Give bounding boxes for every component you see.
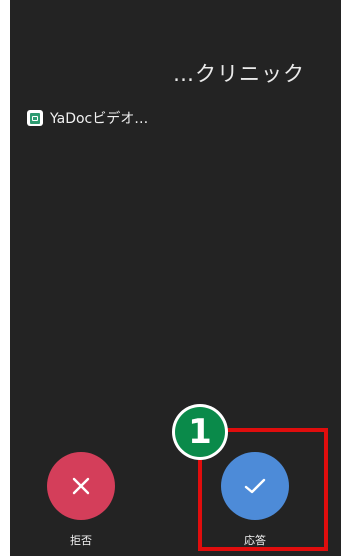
close-icon	[72, 477, 90, 495]
app-document-icon	[27, 110, 43, 126]
app-source-row: YaDocビデオ…	[27, 108, 148, 128]
decline-button[interactable]	[47, 452, 115, 520]
app-label: YaDocビデオ…	[50, 111, 149, 127]
step-number: 1	[175, 407, 225, 457]
decline-label: 拒否	[70, 534, 92, 547]
caller-name: …クリニック	[173, 62, 305, 86]
step-badge: 1	[172, 404, 228, 460]
